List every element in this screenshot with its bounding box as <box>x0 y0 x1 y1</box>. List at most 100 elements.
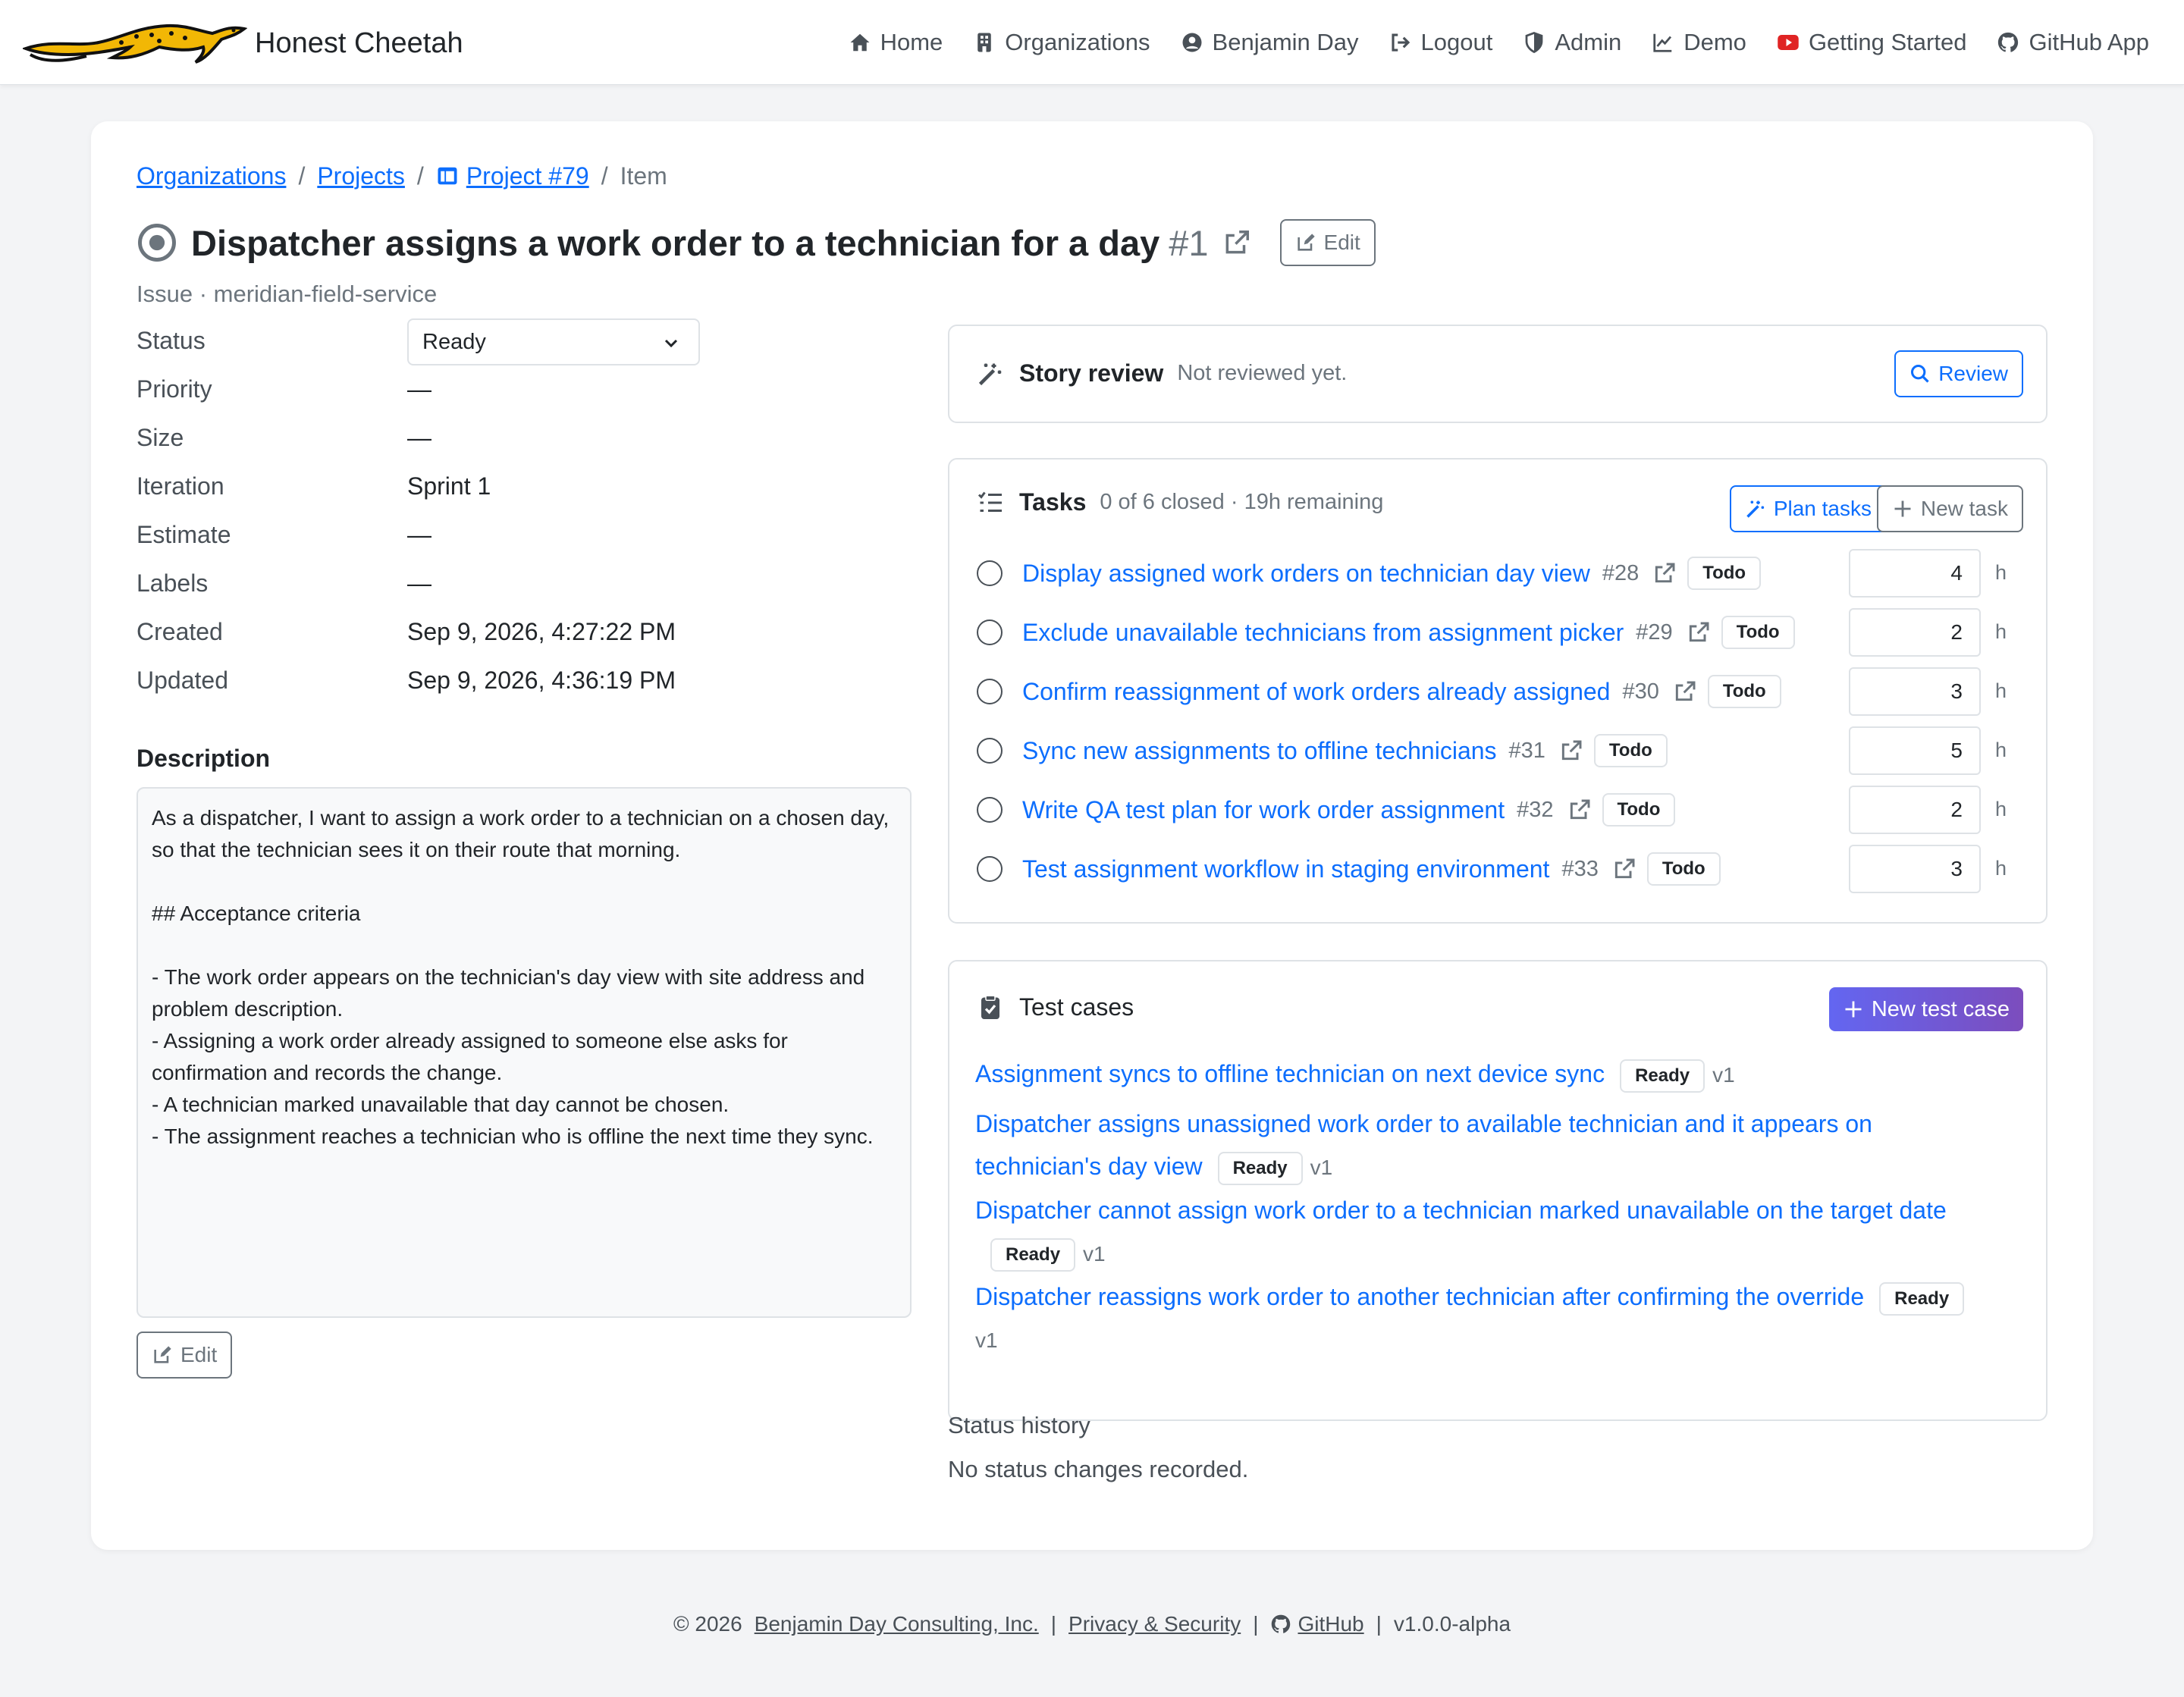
field-label: Updated <box>136 666 228 694</box>
task-status-circle-icon[interactable] <box>977 679 1003 704</box>
breadcrumb-project-link[interactable]: Project #79 <box>466 162 589 190</box>
task-link[interactable]: Display assigned work orders on technici… <box>1022 560 1590 588</box>
breadcrumb-projects[interactable]: Projects <box>317 162 405 190</box>
brand-name: Honest Cheetah <box>255 27 463 59</box>
test-case-link[interactable]: Dispatcher assigns unassigned work order… <box>975 1110 1872 1180</box>
external-link-icon[interactable] <box>1567 798 1592 822</box>
task-link[interactable]: Confirm reassignment of work orders alre… <box>1022 678 1610 706</box>
footer: © 2026 Benjamin Day Consulting, Inc. | P… <box>0 1612 2184 1636</box>
task-link[interactable]: Test assignment workflow in staging envi… <box>1022 855 1549 883</box>
edit-description-button[interactable]: Edit <box>136 1332 233 1379</box>
breadcrumb-separator: / <box>601 162 608 190</box>
test-case-status-badge: Ready <box>1879 1281 1965 1316</box>
task-estimate-input[interactable]: 3 <box>1849 845 1981 893</box>
description-line: - Assigning a work order already assigne… <box>152 1029 788 1084</box>
task-row: Display assigned work orders on technici… <box>977 549 2023 598</box>
external-link-icon[interactable] <box>1673 679 1697 704</box>
breadcrumb-organizations[interactable]: Organizations <box>136 162 286 190</box>
task-estimate-unit: h <box>1994 620 2007 643</box>
plan-tasks-button[interactable]: Plan tasks <box>1729 485 1887 532</box>
story-review-panel: Story review Not reviewed yet. Review <box>948 325 2048 423</box>
item-card: Organizations / Projects / Project #79 /… <box>91 121 2093 1550</box>
footer-github[interactable]: GitHub <box>1270 1612 1364 1636</box>
nav-getting-started[interactable]: Getting Started <box>1777 29 1966 56</box>
breadcrumb: Organizations / Projects / Project #79 /… <box>136 159 667 193</box>
story-review-title: Story review <box>1019 359 1164 387</box>
field-value: Sprint 1 <box>407 472 491 500</box>
test-case-link[interactable]: Dispatcher reassigns work order to anoth… <box>975 1283 1864 1310</box>
breadcrumb-current: Item <box>620 162 667 190</box>
task-status-badge: Todo <box>1687 557 1762 590</box>
test-cases-header: Test cases <box>977 993 1134 1021</box>
task-number: #29 <box>1636 620 1673 645</box>
task-estimate-unit: h <box>1994 798 2007 820</box>
external-link-icon[interactable] <box>1652 561 1677 585</box>
nav-demo[interactable]: Demo <box>1652 29 1746 56</box>
task-estimate-unit: h <box>1994 561 2007 584</box>
field-label: Created <box>136 617 223 645</box>
task-number: #30 <box>1622 679 1659 704</box>
building-icon <box>977 33 992 52</box>
clipboard-check-icon <box>981 995 999 1019</box>
external-link-icon[interactable] <box>1222 228 1251 257</box>
project-board-icon <box>438 167 457 185</box>
breadcrumb-separator: / <box>298 162 306 190</box>
chart-line-icon <box>1653 33 1672 52</box>
test-case-version: v1 <box>1083 1242 1106 1266</box>
task-estimate-input[interactable]: 5 <box>1849 726 1981 775</box>
nav-organizations[interactable]: Organizations <box>973 29 1150 56</box>
test-case-status-badge: Ready <box>990 1237 1076 1272</box>
task-status-badge: Todo <box>1721 616 1795 649</box>
new-test-case-button[interactable]: New test case <box>1828 987 2023 1031</box>
footer-github-link[interactable]: GitHub <box>1298 1612 1363 1636</box>
task-status-circle-icon[interactable] <box>977 560 1003 586</box>
nav-home[interactable]: Home <box>849 29 943 56</box>
brand[interactable]: Honest Cheetah <box>23 17 463 70</box>
nav-admin[interactable]: Admin <box>1523 29 1621 56</box>
test-case-link[interactable]: Dispatcher cannot assign work order to a… <box>975 1197 1947 1224</box>
new-task-button[interactable]: New task <box>1876 485 2023 532</box>
footer-version: v1.0.0-alpha <box>1393 1612 1511 1636</box>
footer-company-link[interactable]: Benjamin Day Consulting, Inc. <box>755 1612 1039 1636</box>
tasks-header: Tasks 0 of 6 closed · 19h remaining <box>977 488 1383 516</box>
open-issue-icon <box>138 224 176 262</box>
task-status-circle-icon[interactable] <box>977 856 1003 882</box>
footer-privacy-link[interactable]: Privacy & Security <box>1068 1612 1241 1636</box>
task-status-badge: Todo <box>1602 793 1676 827</box>
nav-github-app[interactable]: GitHub App <box>1997 29 2149 56</box>
task-estimate-input[interactable]: 2 <box>1849 786 1981 834</box>
task-status-circle-icon[interactable] <box>977 738 1003 764</box>
footer-copyright: © 2026 <box>673 1612 742 1636</box>
breadcrumb-separator: / <box>416 162 424 190</box>
footer-separator: | <box>1050 1612 1057 1636</box>
task-status-circle-icon[interactable] <box>977 620 1003 645</box>
task-list-icon <box>977 491 1002 512</box>
task-estimate-input[interactable]: 2 <box>1849 608 1981 657</box>
edit-title-button[interactable]: Edit <box>1279 219 1376 266</box>
external-link-icon[interactable] <box>1687 620 1711 645</box>
test-case-status-badge: Ready <box>1217 1151 1303 1185</box>
test-case-item: Dispatcher cannot assign work order to a… <box>975 1189 1976 1275</box>
status-select[interactable]: Ready <box>407 318 700 365</box>
tasks-panel: Tasks 0 of 6 closed · 19h remaining Plan… <box>948 458 2048 924</box>
description-heading: Description <box>136 745 271 772</box>
task-status-circle-icon[interactable] <box>977 797 1003 823</box>
task-link[interactable]: Sync new assignments to offline technici… <box>1022 737 1497 765</box>
task-estimate-input[interactable]: 4 <box>1849 549 1981 598</box>
issue-number: #1 <box>1169 222 1209 263</box>
task-link[interactable]: Exclude unavailable technicians from ass… <box>1022 619 1624 647</box>
breadcrumb-project[interactable]: Project #79 <box>436 162 589 190</box>
nav-links: Home Organizations Benjamin Day Logout A… <box>849 23 2149 62</box>
external-link-icon[interactable] <box>1559 739 1583 763</box>
review-button[interactable]: Review <box>1894 350 2023 397</box>
task-estimate-input[interactable]: 3 <box>1849 667 1981 716</box>
nav-logout[interactable]: Logout <box>1389 29 1492 56</box>
description-body: As a dispatcher, I want to assign a work… <box>136 787 912 1318</box>
task-link[interactable]: Write QA test plan for work order assign… <box>1022 796 1505 824</box>
external-link-icon[interactable] <box>1612 857 1636 881</box>
chevron-down-icon <box>664 339 678 348</box>
test-case-link[interactable]: Assignment syncs to offline technician o… <box>975 1060 1605 1087</box>
nav-user[interactable]: Benjamin Day <box>1181 29 1359 56</box>
magic-wand-icon <box>1746 500 1764 518</box>
footer-separator: | <box>1376 1612 1382 1636</box>
